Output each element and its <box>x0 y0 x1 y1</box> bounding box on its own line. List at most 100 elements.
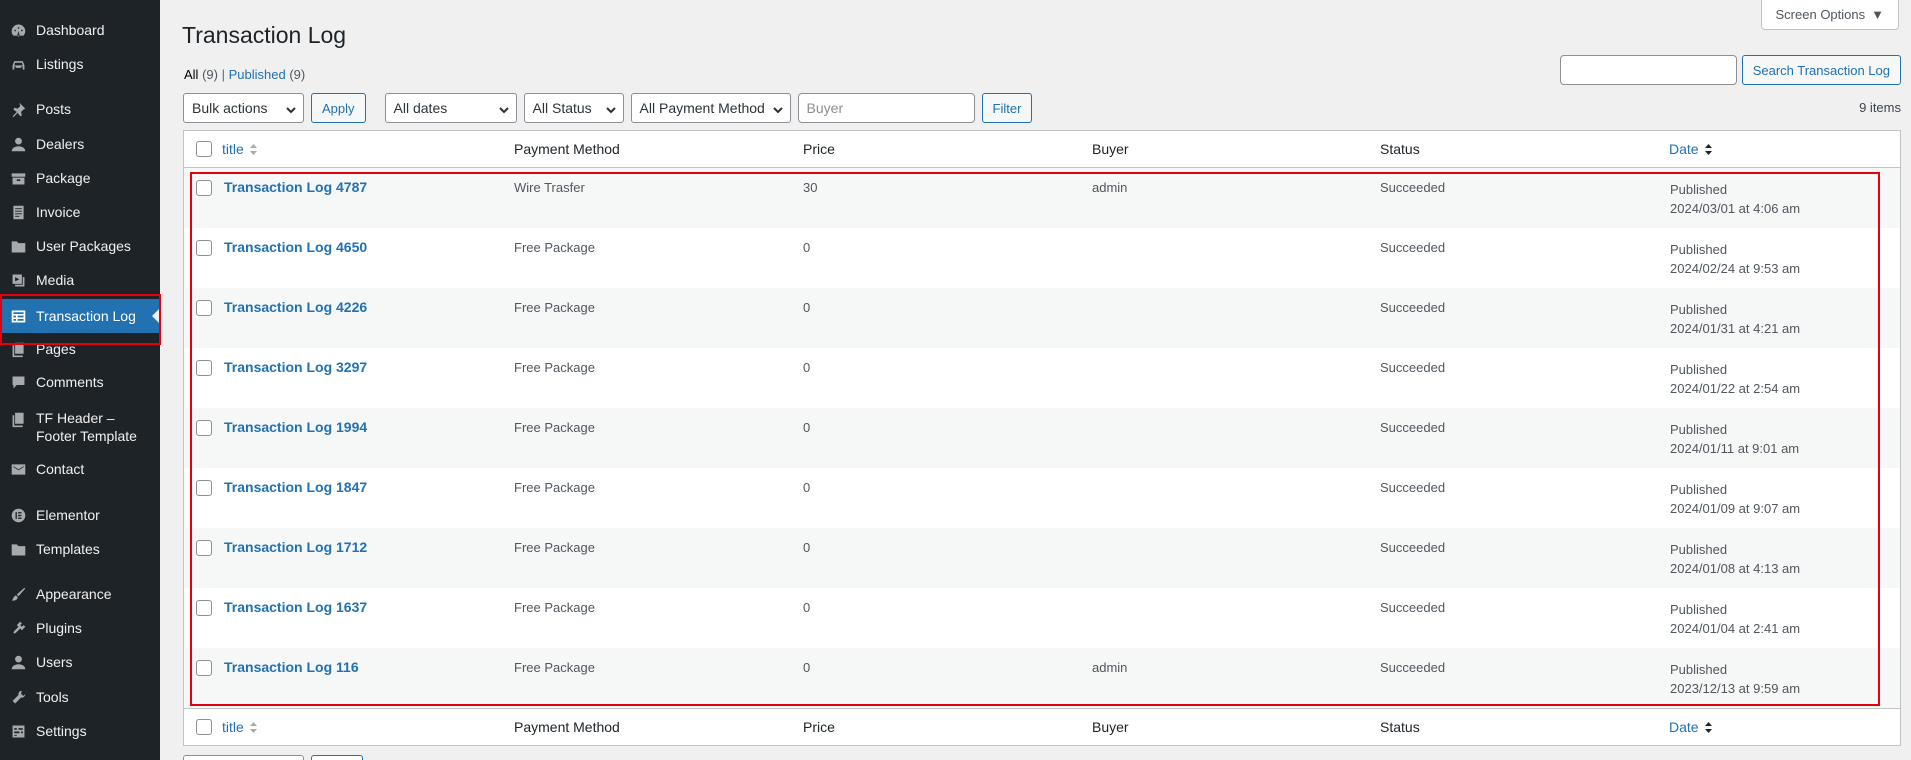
row-date: Published 2024/01/08 at 4:13 am <box>1670 540 1800 578</box>
column-price: Price <box>803 719 835 735</box>
search-button[interactable]: Search Transaction Log <box>1741 55 1901 85</box>
row-checkbox[interactable] <box>196 600 212 616</box>
dates-value: All dates <box>393 100 448 116</box>
sidebar-item-users[interactable]: Users <box>0 646 160 678</box>
row-checkbox[interactable] <box>196 240 212 256</box>
table-row: Transaction Log 4787 Wire Trasfer 30 adm… <box>184 168 1900 228</box>
view-separator: | <box>221 67 225 82</box>
row-price: 0 <box>803 540 811 555</box>
column-date: Date <box>1669 719 1699 735</box>
sidebar-item-package[interactable]: Package <box>0 162 160 194</box>
dashboard-icon <box>8 20 28 40</box>
sidebar-item-templates[interactable]: Templates <box>0 533 160 565</box>
comment-icon <box>8 372 28 392</box>
row-price: 0 <box>803 420 811 435</box>
column-status: Status <box>1380 141 1420 157</box>
caret-down-icon: ▼ <box>1871 7 1884 22</box>
row-date: Published 2024/01/11 at 9:01 am <box>1670 420 1799 458</box>
sidebar-item-transaction-log[interactable]: Transaction Log <box>0 299 160 333</box>
row-payment: Free Package <box>514 240 595 255</box>
row-date: Published 2024/01/04 at 2:41 am <box>1670 600 1800 638</box>
select-all-checkbox-footer[interactable] <box>196 719 212 735</box>
sidebar-item-label: Templates <box>36 541 100 557</box>
payment-method-value: All Payment Method <box>639 100 765 116</box>
sidebar-item-appearance[interactable]: Appearance <box>0 578 160 610</box>
row-checkbox[interactable] <box>196 360 212 376</box>
view-published[interactable]: Published <box>229 67 286 82</box>
sidebar-item-comments[interactable]: Comments <box>0 366 160 398</box>
column-title: title <box>222 719 244 735</box>
invoice-icon <box>8 202 28 222</box>
row-checkbox[interactable] <box>196 420 212 436</box>
row-title-link[interactable]: Transaction Log 4226 <box>224 299 367 315</box>
row-checkbox[interactable] <box>196 540 212 556</box>
row-title-link[interactable]: Transaction Log 1994 <box>224 419 367 435</box>
row-title-link[interactable]: Transaction Log 1712 <box>224 539 367 555</box>
column-date-sort[interactable]: Date <box>1669 141 1713 157</box>
row-checkbox[interactable] <box>196 300 212 316</box>
status-select[interactable]: All Status <box>523 93 624 123</box>
row-title-link[interactable]: Transaction Log 3297 <box>224 359 367 375</box>
search-input[interactable] <box>1559 55 1737 85</box>
sidebar-item-label: Invoice <box>36 204 81 220</box>
screen-options-button[interactable]: Screen Options ▼ <box>1760 0 1899 30</box>
buyer-input[interactable] <box>797 93 975 123</box>
row-title-link[interactable]: Transaction Log 1847 <box>224 479 367 495</box>
sidebar-item-media[interactable]: Media <box>0 264 160 296</box>
sort-icon <box>249 721 258 734</box>
sidebar-item-elementor[interactable]: Elementor <box>0 499 160 531</box>
row-payment: Free Package <box>514 660 595 675</box>
row-date-status: Published <box>1670 422 1728 437</box>
media-icon <box>8 270 28 290</box>
column-title-sort[interactable]: title <box>222 141 258 157</box>
sidebar-item-plugins[interactable]: Plugins <box>0 612 160 644</box>
bulk-actions-select-bottom[interactable] <box>183 755 304 760</box>
bulk-actions-select[interactable]: Bulk actions <box>183 93 304 123</box>
chevron-down-icon <box>772 103 783 114</box>
filter-button[interactable]: Filter <box>981 93 1033 123</box>
row-date-value: 2024/01/09 at 9:07 am <box>1670 501 1801 516</box>
sort-icon <box>249 143 258 156</box>
sidebar-item-dashboard[interactable]: Dashboard <box>0 14 160 46</box>
payment-method-select[interactable]: All Payment Method <box>630 93 791 123</box>
sort-icon <box>1704 143 1713 156</box>
row-title-link[interactable]: Transaction Log 116 <box>224 659 359 675</box>
sidebar-item-dealers[interactable]: Dealers <box>0 128 160 160</box>
sidebar-item-listings[interactable]: Listings <box>0 48 160 80</box>
column-buyer: Buyer <box>1092 141 1129 157</box>
sidebar-item-tools[interactable]: Tools <box>0 681 160 713</box>
column-date-sort-footer[interactable]: Date <box>1669 719 1713 735</box>
sidebar-item-contact[interactable]: Contact <box>0 453 160 485</box>
sidebar-item-invoice[interactable]: Invoice <box>0 196 160 228</box>
sidebar-item-label: User Packages <box>36 238 131 254</box>
row-checkbox[interactable] <box>196 180 212 196</box>
row-title-link[interactable]: Transaction Log 4650 <box>224 239 367 255</box>
row-title-link[interactable]: Transaction Log 4787 <box>224 179 367 195</box>
row-status: Succeeded <box>1380 480 1446 495</box>
column-title-sort-footer[interactable]: title <box>222 719 258 735</box>
row-checkbox[interactable] <box>196 480 212 496</box>
page-icon <box>8 339 28 359</box>
sidebar-item-label: Comments <box>36 374 104 390</box>
sidebar-item-label: Posts <box>36 101 72 117</box>
chevron-down-icon <box>498 103 509 114</box>
admin-sidebar: Dashboard Listings Posts Dealers Package… <box>0 0 161 760</box>
row-status: Succeeded <box>1380 660 1446 675</box>
dates-select[interactable]: All dates <box>384 93 517 123</box>
sidebar-item-user-packages[interactable]: User Packages <box>0 230 160 262</box>
sidebar-item-pages[interactable]: Pages <box>0 333 160 365</box>
sidebar-item-label: Listings <box>36 56 84 72</box>
apply-button-bottom[interactable] <box>311 755 363 760</box>
sidebar-item-settings[interactable]: Settings <box>0 715 160 747</box>
apply-button[interactable]: Apply <box>311 93 366 123</box>
sidebar-item-posts[interactable]: Posts <box>0 93 160 125</box>
row-title-link[interactable]: Transaction Log 1637 <box>224 599 367 615</box>
column-title: title <box>222 141 244 157</box>
user-icon <box>8 652 28 672</box>
page-title: Transaction Log <box>182 22 347 48</box>
sidebar-item-label: Pages <box>36 341 76 357</box>
view-all[interactable]: All <box>184 67 198 82</box>
select-all-checkbox[interactable] <box>196 141 212 157</box>
row-checkbox[interactable] <box>196 660 212 676</box>
sidebar-item-tf-header-footer[interactable]: TF Header – Footer Template <box>0 402 160 450</box>
